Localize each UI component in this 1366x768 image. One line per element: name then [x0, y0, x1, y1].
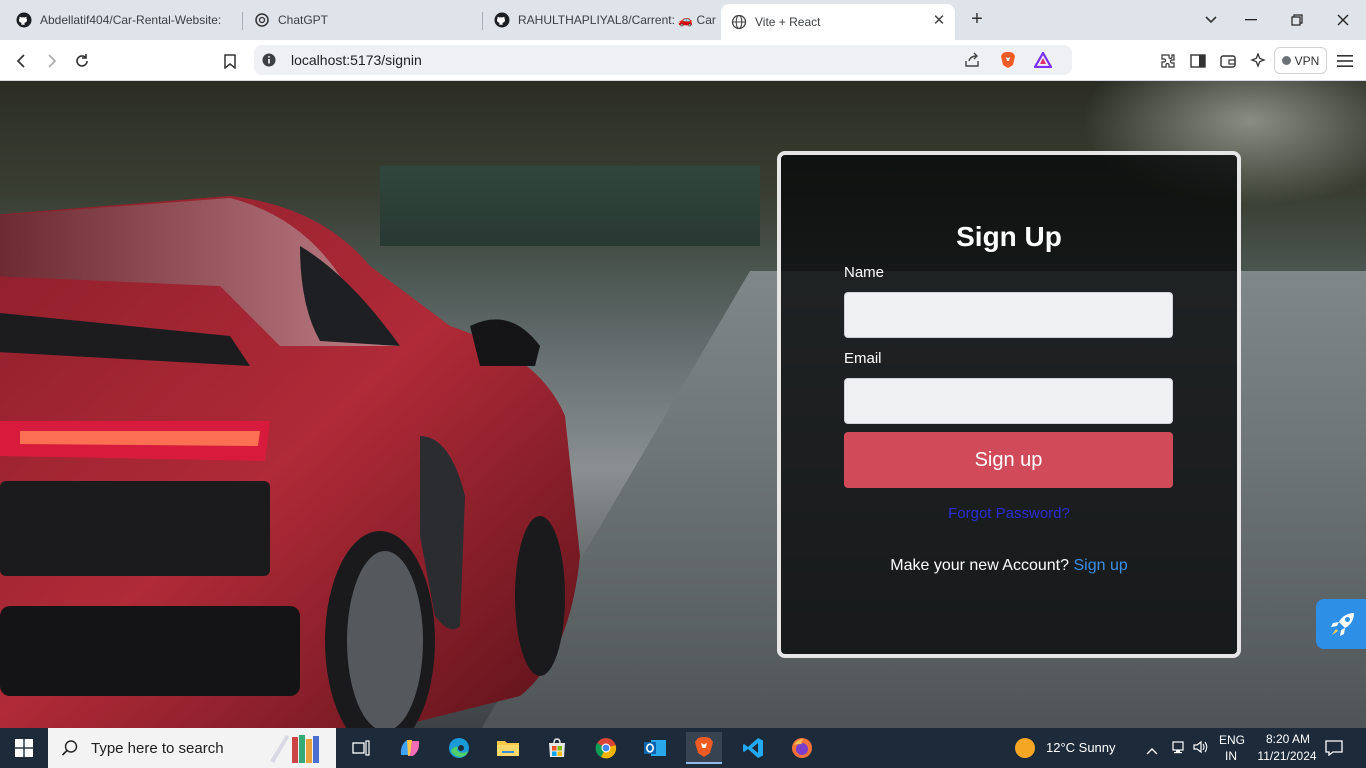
tab-title: ChatGPT — [278, 13, 329, 27]
vscode-icon[interactable] — [735, 732, 771, 764]
volume-icon[interactable] — [1192, 739, 1208, 760]
new-tab-button[interactable]: + — [966, 9, 988, 31]
reload-icon[interactable] — [69, 48, 95, 74]
leo-ai-icon[interactable] — [1248, 51, 1268, 71]
bookmark-icon[interactable] — [217, 48, 243, 74]
back-icon[interactable] — [9, 48, 35, 74]
signup-title: Sign Up — [956, 221, 1062, 252]
rocket-icon — [1331, 613, 1354, 636]
windows-taskbar: Type here to search 12°C Sunny ENG IN 8:… — [0, 728, 1366, 768]
github-icon — [494, 12, 510, 28]
forward-icon[interactable] — [38, 48, 64, 74]
extensions-icon[interactable] — [1158, 51, 1178, 71]
chatgpt-icon — [254, 12, 270, 28]
taskbar-search-box[interactable]: Type here to search — [48, 728, 336, 768]
brave-browser-icon[interactable] — [686, 732, 722, 764]
sidebar-icon[interactable] — [1188, 51, 1208, 71]
name-input[interactable] — [844, 292, 1173, 338]
site-info-icon[interactable] — [260, 51, 278, 69]
clock-time[interactable]: 8:20 AM — [1258, 732, 1318, 746]
menu-icon[interactable] — [1335, 51, 1355, 71]
tab-vite-react[interactable]: Vite + React ✕ — [721, 4, 955, 40]
tray-chevron-up-icon[interactable] — [1146, 742, 1158, 760]
windows-start-button[interactable] — [0, 728, 48, 768]
file-explorer-icon[interactable] — [490, 732, 526, 764]
globe-icon — [731, 14, 747, 30]
browser-tab-strip: Abdellatif404/Car-Rental-Website: ChatGP… — [0, 0, 1366, 40]
tab-separator — [482, 12, 483, 30]
account-prompt: Make your new Account? Sign up — [781, 557, 1237, 575]
language-indicator-bottom: IN — [1225, 749, 1237, 763]
restore-icon[interactable] — [1284, 8, 1310, 32]
search-placeholder: Type here to search — [91, 739, 224, 757]
vpn-status-icon — [1281, 56, 1291, 65]
signup-page: Sign Up Name Email Sign up Forgot Passwo… — [0, 81, 1366, 728]
language-indicator-top[interactable]: ENG — [1219, 733, 1245, 747]
vpn-label: VPN — [1294, 53, 1320, 68]
brave-rewards-icon[interactable] — [1034, 51, 1052, 69]
tab-title: RAHULTHAPLIYAL8/Carrent: 🚗 Car — [518, 13, 716, 27]
background-car-image — [0, 196, 580, 728]
copilot-icon[interactable] — [392, 732, 428, 764]
tab-separator — [242, 12, 243, 30]
chrome-icon[interactable] — [588, 732, 624, 764]
email-label: Email — [844, 350, 882, 367]
github-icon — [16, 12, 32, 28]
email-input[interactable] — [844, 378, 1173, 424]
close-window-icon[interactable] — [1330, 8, 1356, 32]
tab-chatgpt[interactable]: ChatGPT — [244, 3, 480, 37]
firefox-icon[interactable] — [784, 732, 820, 764]
network-icon[interactable] — [1170, 739, 1186, 760]
name-label: Name — [844, 264, 885, 281]
clock-date: 11/21/2024 — [1257, 749, 1317, 763]
account-prompt-text: Make your new Account? — [890, 557, 1070, 574]
brave-shield-icon[interactable] — [999, 51, 1017, 69]
browser-toolbar: localhost:5173/signin VPN — [0, 40, 1366, 81]
vpn-button[interactable]: VPN — [1274, 47, 1327, 74]
sunny-weather-icon — [1015, 738, 1035, 758]
microsoft-store-icon[interactable] — [539, 732, 575, 764]
signup-button[interactable]: Sign up — [844, 432, 1173, 488]
share-icon[interactable] — [963, 51, 981, 69]
tab-car-rental-website[interactable]: Abdellatif404/Car-Rental-Website: — [6, 3, 242, 37]
search-icon — [61, 740, 78, 756]
signup-link[interactable]: Sign up — [1073, 557, 1127, 574]
signup-card: Sign Up Name Email Sign up Forgot Passwo… — [777, 151, 1241, 658]
close-tab-icon[interactable]: ✕ — [931, 13, 947, 29]
address-bar[interactable]: localhost:5173/signin — [254, 45, 1072, 75]
task-view-icon[interactable] — [343, 732, 379, 764]
tab-title: Vite + React — [755, 15, 821, 29]
tab-search-chevron-icon[interactable] — [1198, 8, 1224, 32]
wallet-icon[interactable] — [1218, 51, 1238, 71]
weather-text[interactable]: 12°C Sunny — [1046, 740, 1116, 755]
notification-icon[interactable] — [1325, 740, 1343, 761]
minimize-icon[interactable] — [1238, 8, 1264, 32]
edge-icon[interactable] — [441, 732, 477, 764]
tab-title: Abdellatif404/Car-Rental-Website: — [40, 13, 222, 27]
forgot-password-link[interactable]: Forgot Password? — [781, 505, 1237, 522]
search-highlight-books-icon — [270, 735, 319, 763]
outlook-icon[interactable] — [637, 732, 673, 764]
tab-carrent[interactable]: RAHULTHAPLIYAL8/Carrent: 🚗 Car — [484, 3, 716, 37]
url-text: localhost:5173/signin — [291, 52, 422, 68]
windows-logo-icon — [15, 739, 33, 757]
rocket-widget-button[interactable] — [1316, 599, 1366, 649]
